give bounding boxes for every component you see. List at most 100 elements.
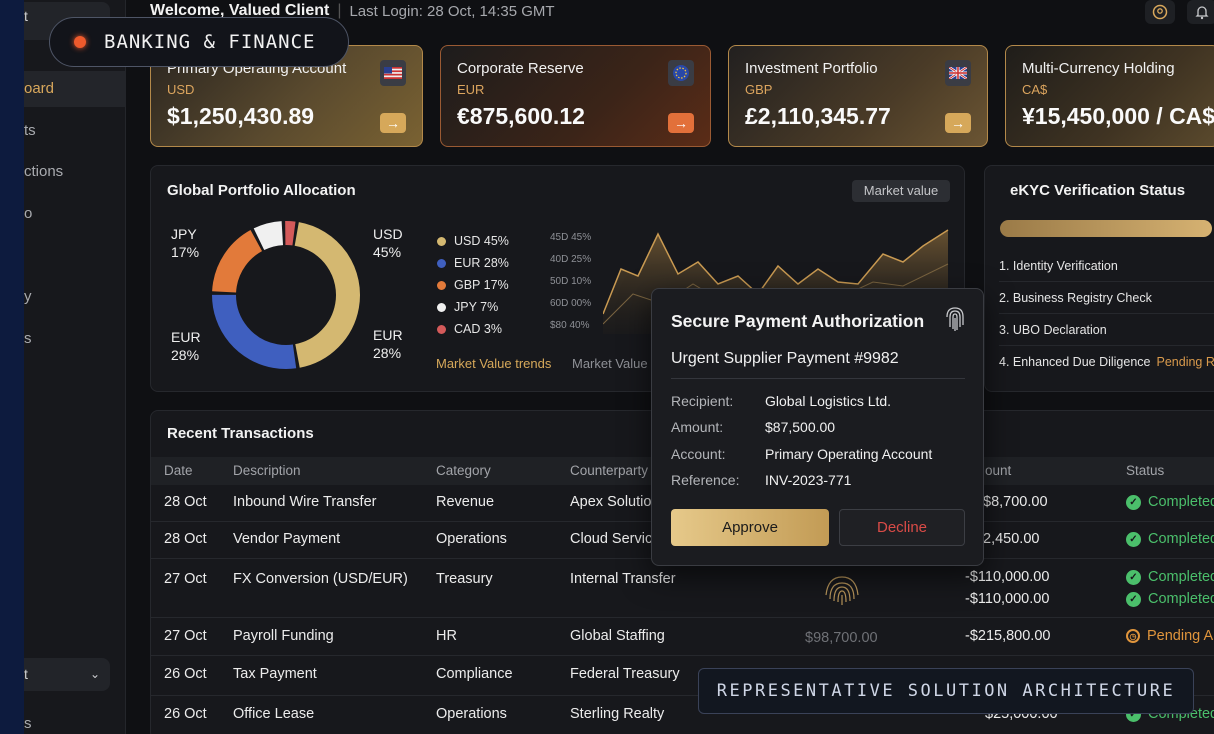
account-balance: $1,250,430.89 bbox=[167, 103, 315, 129]
check-circle-icon: ✓ bbox=[1126, 591, 1141, 607]
decline-button[interactable]: Decline bbox=[839, 509, 965, 546]
sidebar-item-security[interactable]: y bbox=[24, 279, 126, 315]
field-label: Reference: bbox=[671, 472, 740, 488]
sidebar-item-dashboard[interactable]: oard bbox=[24, 71, 126, 107]
cell-counterparty: Cloud Servic bbox=[570, 531, 653, 547]
account-currency: EUR bbox=[457, 82, 485, 97]
cell-category: HR bbox=[436, 628, 457, 644]
cell-description: Tax Payment bbox=[233, 666, 317, 682]
status-badge: ✓ Completed bbox=[1126, 591, 1214, 607]
cell-description: Office Lease bbox=[233, 706, 315, 722]
legend-item: GBP 17% bbox=[437, 274, 509, 296]
check-circle-icon: ✓ bbox=[1126, 494, 1141, 510]
donut-label-jpy: JPY 17% bbox=[171, 225, 199, 261]
col-category[interactable]: Category bbox=[436, 457, 491, 485]
market-value-button[interactable]: Market value bbox=[852, 180, 950, 202]
account-currency: GBP bbox=[745, 82, 773, 97]
ekyc-step: 2. Business Registry Check bbox=[999, 282, 1214, 314]
sidebar-item-bottom[interactable]: s bbox=[24, 706, 126, 734]
support-icon[interactable] bbox=[1145, 0, 1175, 24]
cell-category: Compliance bbox=[436, 666, 513, 682]
check-circle-icon: ✓ bbox=[1126, 569, 1141, 585]
cell-counterparty: Internal Transfer bbox=[570, 571, 676, 587]
cell-date: 27 Oct bbox=[164, 628, 207, 644]
arrow-right-icon[interactable]: → bbox=[945, 113, 971, 133]
donut-label-name: USD bbox=[373, 226, 403, 242]
cell-amount: -$215,800.00 bbox=[965, 628, 1051, 644]
sidebar-top-label: t bbox=[24, 8, 28, 24]
banner-title: BANKING & FINANCE bbox=[104, 31, 316, 53]
cell-category: Operations bbox=[436, 531, 507, 547]
cell-amount-secondary: -$110,000.00 bbox=[965, 591, 1050, 607]
col-date[interactable]: Date bbox=[164, 457, 193, 485]
table-row[interactable]: 27 Oct Payroll Funding HR Global Staffin… bbox=[151, 618, 1214, 656]
donut-label-eur-left: EUR 28% bbox=[171, 328, 201, 364]
field-value: Global Logistics Ltd. bbox=[765, 393, 892, 409]
cell-counterparty: Federal Treasury bbox=[570, 666, 680, 682]
sidebar-item-portfolio[interactable]: o bbox=[24, 196, 126, 232]
ekyc-progress-bar bbox=[1000, 220, 1212, 237]
account-card-multicurrency[interactable]: Multi-Currency Holding CA$ ¥15,450,000 /… bbox=[1005, 45, 1214, 147]
col-description[interactable]: Description bbox=[233, 457, 301, 485]
cell-date: 26 Oct bbox=[164, 666, 207, 682]
cell-description: Vendor Payment bbox=[233, 531, 341, 547]
status-badge: ✓ Completed bbox=[1126, 494, 1214, 510]
market-value-trends-link[interactable]: Market Value trends bbox=[436, 356, 551, 371]
arrow-right-icon[interactable]: → bbox=[668, 113, 694, 133]
market-value-link[interactable]: Market Value bbox=[572, 356, 648, 371]
legend-label: GBP 17% bbox=[454, 278, 509, 292]
legend-swatch bbox=[437, 280, 446, 290]
ekyc-step: 4. Enhanced Due Diligence Pending Re bbox=[999, 346, 1214, 378]
table-row[interactable]: 27 Oct FX Conversion (USD/EUR) Treasury … bbox=[151, 559, 1214, 618]
sidebar: t oard ts ctions o y s t ⌄ s bbox=[24, 0, 126, 734]
uk-flag-icon bbox=[945, 60, 971, 86]
header-divider: | bbox=[337, 2, 342, 19]
architecture-label: REPRESENTATIVE SOLUTION ARCHITECTURE bbox=[698, 668, 1194, 714]
sidebar-item-transactions[interactable]: ctions bbox=[24, 154, 126, 190]
cell-amount: $8,700.00 bbox=[983, 494, 1048, 510]
modal-title: Secure Payment Authorization bbox=[671, 311, 925, 331]
approve-button[interactable]: Approve bbox=[671, 509, 829, 546]
payment-authorization-modal: Secure Payment Authorization Urgent Supp… bbox=[651, 288, 984, 566]
donut-label-name: EUR bbox=[171, 329, 201, 345]
account-card-corporate[interactable]: Corporate Reserve EUR €875,600.12 → bbox=[440, 45, 711, 147]
sidebar-item-settings[interactable]: s bbox=[24, 321, 126, 357]
arrow-right-icon[interactable]: → bbox=[380, 113, 406, 133]
ekyc-step-label: 4. Enhanced Due Diligence bbox=[999, 355, 1151, 369]
donut-label-name: EUR bbox=[373, 327, 403, 343]
legend-item: EUR 28% bbox=[437, 252, 509, 274]
col-amount[interactable]: ount bbox=[985, 457, 1011, 485]
cell-amount: 2,450.00 bbox=[983, 531, 1040, 547]
ekyc-step-label: 1. Identity Verification bbox=[999, 259, 1118, 273]
cell-date: 26 Oct bbox=[164, 706, 207, 722]
cell-description: Inbound Wire Transfer bbox=[233, 494, 377, 510]
portfolio-title: Global Portfolio Allocation bbox=[167, 182, 356, 199]
cell-counterparty: Apex Solutio bbox=[570, 494, 652, 510]
legend-swatch bbox=[437, 236, 446, 246]
domain-banner: BANKING & FINANCE bbox=[49, 17, 349, 67]
legend-label: CAD 3% bbox=[454, 322, 502, 336]
account-card-investment[interactable]: Investment Portfolio GBP £2,110,345.77 → bbox=[728, 45, 988, 147]
cell-counterparty: Global Staffing bbox=[570, 628, 665, 644]
donut-label-pct: 28% bbox=[171, 347, 200, 363]
col-counterparty[interactable]: Counterparty bbox=[570, 457, 648, 485]
fingerprint-icon bbox=[946, 307, 964, 331]
last-login-text: Last Login: 28 Oct, 14:35 GMT bbox=[349, 2, 555, 20]
status-text: Completed bbox=[1148, 569, 1214, 585]
eu-flag-icon bbox=[668, 60, 694, 86]
sidebar-item-accounts[interactable]: ts bbox=[24, 113, 126, 149]
cell-date: 27 Oct bbox=[164, 571, 207, 587]
architecture-label-text: REPRESENTATIVE SOLUTION ARCHITECTURE bbox=[716, 681, 1176, 701]
status-badge: ✓ Completed bbox=[1126, 531, 1214, 547]
account-name: Multi-Currency Holding bbox=[1022, 60, 1175, 77]
bell-icon[interactable] bbox=[1187, 0, 1214, 24]
col-status[interactable]: Status bbox=[1126, 457, 1164, 485]
donut-label-eur-right: EUR 28% bbox=[373, 326, 403, 362]
clock-icon: ◷ bbox=[1126, 629, 1140, 643]
donut-label-usd: USD 45% bbox=[373, 225, 403, 261]
donut-label-pct: 45% bbox=[373, 244, 402, 260]
sidebar-account-select[interactable]: t ⌄ bbox=[24, 658, 110, 691]
legend-swatch bbox=[437, 258, 446, 268]
legend-label: JPY 7% bbox=[454, 300, 499, 314]
legend-item: CAD 3% bbox=[437, 318, 509, 340]
